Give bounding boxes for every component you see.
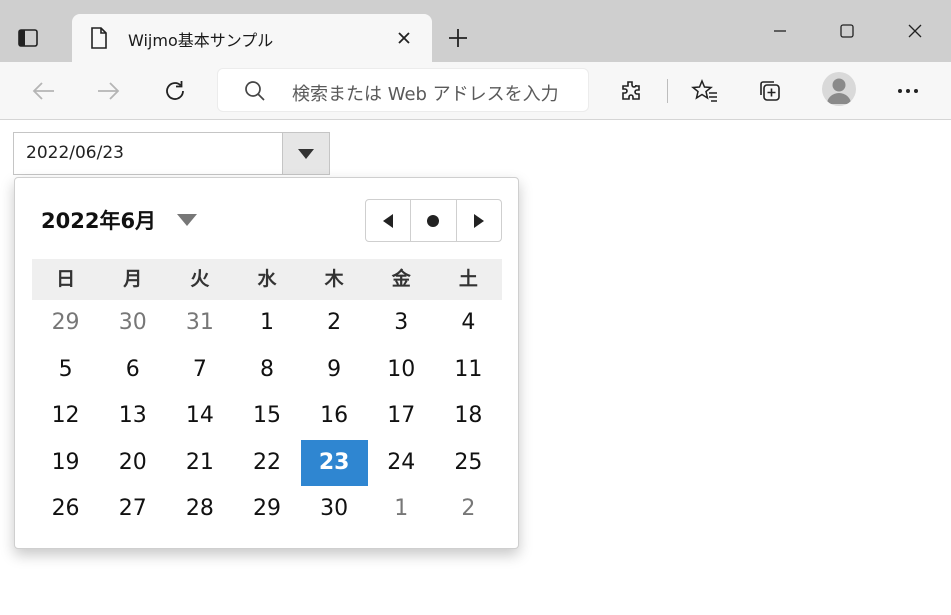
calendar-week-row: 5 6 7 8 9 10 11: [32, 347, 502, 394]
calendar-day-selected[interactable]: 23: [300, 439, 368, 486]
calendar-day[interactable]: 3: [368, 300, 435, 347]
address-placeholder: 検索または Web アドレスを入力: [292, 84, 559, 105]
calendar-day[interactable]: 10: [368, 347, 435, 394]
toolbar-divider: [667, 79, 668, 103]
calendar-day[interactable]: 29: [233, 486, 300, 533]
calendar-day[interactable]: 15: [233, 393, 300, 440]
calendar-day[interactable]: 16: [301, 393, 368, 440]
calendar-day[interactable]: 28: [166, 486, 233, 533]
weekday-label: 土: [458, 268, 478, 290]
more-options-icon[interactable]: [891, 74, 925, 108]
calendar-day[interactable]: 17: [368, 393, 435, 440]
calendar-dropdown-button[interactable]: [282, 133, 329, 174]
calendar-day[interactable]: 20: [99, 440, 166, 487]
tab-title: Wijmo基本サンプル: [128, 31, 274, 50]
calendar-day[interactable]: 26: [32, 486, 99, 533]
close-tab-icon[interactable]: [392, 26, 416, 50]
calendar-day[interactable]: 11: [435, 347, 502, 394]
calendar-week-row: 19 20 21 22 23 24 25: [32, 439, 502, 487]
browser-toolbar: 検索または Web アドレスを入力: [0, 62, 951, 120]
date-input[interactable]: 2022/06/23: [13, 132, 330, 175]
calendar-day[interactable]: 6: [99, 347, 166, 394]
calendar-day[interactable]: 13: [99, 393, 166, 440]
month-picker-dropdown-icon[interactable]: [177, 214, 197, 226]
calendar-day[interactable]: 24: [368, 440, 435, 487]
calendar-day[interactable]: 19: [32, 440, 99, 487]
calendar-day[interactable]: 18: [435, 393, 502, 440]
calendar-day[interactable]: 5: [32, 347, 99, 394]
tab-actions-icon[interactable]: [14, 24, 42, 52]
calendar-day[interactable]: 7: [166, 347, 233, 394]
calendar-day[interactable]: 22: [233, 440, 300, 487]
browser-tab[interactable]: Wijmo基本サンプル: [72, 14, 432, 62]
next-month-button[interactable]: [455, 200, 501, 241]
calendar-day[interactable]: 4: [435, 300, 502, 347]
calendar-month-header[interactable]: 2022年6月: [41, 205, 156, 235]
today-button[interactable]: [410, 200, 455, 241]
chevron-down-icon: [298, 148, 314, 159]
close-window-icon[interactable]: [900, 16, 930, 46]
calendar-week-row: 12 13 14 15 16 17 18: [32, 393, 502, 440]
refresh-icon[interactable]: [158, 74, 192, 108]
calendar-day[interactable]: 30: [99, 300, 166, 347]
new-tab-icon[interactable]: [444, 24, 472, 52]
weekday-label: 火: [190, 268, 210, 290]
weekday-label: 月: [123, 268, 143, 290]
weekday-label: 金: [391, 268, 411, 290]
calendar-nav-group: [365, 199, 502, 242]
calendar-day[interactable]: 30: [301, 486, 368, 533]
caret-right-icon: [473, 213, 484, 228]
calendar-day[interactable]: 9: [301, 347, 368, 394]
weekday-header-row: 日 月 火 水 木 金 土: [32, 259, 502, 300]
search-icon: [244, 80, 266, 106]
calendar-day[interactable]: 1: [368, 486, 435, 533]
calendar-popup: 2022年6月 日 月 火 水 木 金 土 29 30 31 1 2 3 4 5: [14, 177, 519, 549]
calendar-day[interactable]: 1: [233, 300, 300, 347]
calendar-week-row: 26 27 28 29 30 1 2: [32, 486, 502, 533]
calendar-day[interactable]: 27: [99, 486, 166, 533]
tab-bar: Wijmo基本サンプル: [0, 0, 951, 62]
address-bar[interactable]: 検索または Web アドレスを入力: [217, 68, 589, 112]
caret-left-icon: [383, 213, 394, 228]
date-input-value[interactable]: 2022/06/23: [26, 143, 124, 163]
calendar-day[interactable]: 21: [166, 440, 233, 487]
calendar-day[interactable]: 25: [435, 440, 502, 487]
extensions-icon[interactable]: [614, 74, 648, 108]
page-icon: [88, 26, 110, 54]
calendar-day-grid: 29 30 31 1 2 3 4 5 6 7 8 9 10 11 12 13 1…: [32, 300, 502, 533]
previous-month-button[interactable]: [366, 200, 410, 241]
weekday-label: 木: [324, 268, 344, 290]
calendar-day[interactable]: 2: [301, 300, 368, 347]
collections-icon[interactable]: [753, 74, 787, 108]
favorites-icon[interactable]: [688, 74, 722, 108]
weekday-label: 日: [56, 268, 76, 290]
calendar-week-row: 29 30 31 1 2 3 4: [32, 300, 502, 347]
calendar-day[interactable]: 29: [32, 300, 99, 347]
weekday-label: 水: [257, 268, 277, 290]
calendar-day[interactable]: 8: [233, 347, 300, 394]
profile-avatar-icon[interactable]: [822, 72, 856, 106]
calendar-day[interactable]: 31: [166, 300, 233, 347]
back-icon[interactable]: [26, 74, 60, 108]
dot-icon: [427, 214, 440, 227]
calendar-day[interactable]: 12: [32, 393, 99, 440]
maximize-icon[interactable]: [832, 16, 862, 46]
minimize-icon[interactable]: [765, 16, 795, 46]
forward-icon[interactable]: [92, 74, 126, 108]
calendar-day[interactable]: 2: [435, 486, 502, 533]
calendar-day[interactable]: 14: [166, 393, 233, 440]
